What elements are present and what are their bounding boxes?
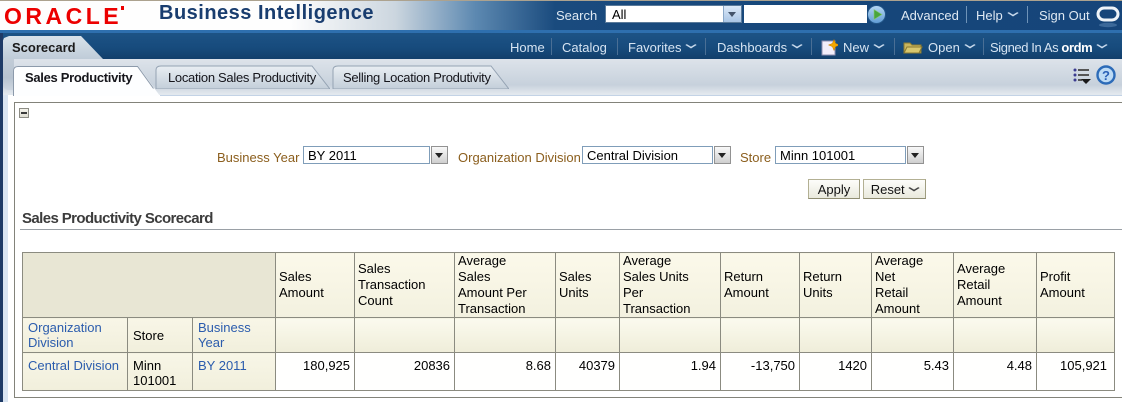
svg-text:?: ? [1102, 68, 1110, 83]
